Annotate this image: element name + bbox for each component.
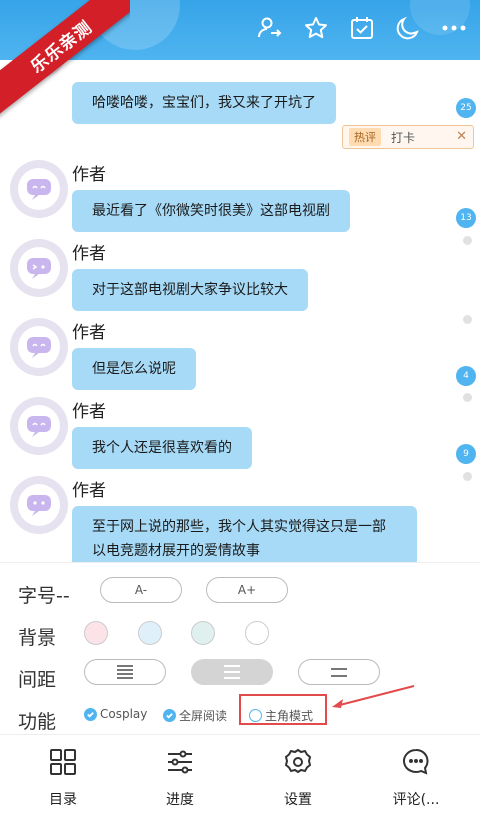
spacing-compact-button[interactable] — [84, 659, 166, 685]
hot-comment-card[interactable]: 热评 打卡 ✕ — [342, 125, 474, 149]
comment-count-badge[interactable]: 13 — [456, 208, 476, 228]
function-label: 功能 — [18, 711, 57, 733]
check-icon — [163, 709, 176, 722]
bg-swatch-green[interactable] — [191, 621, 215, 645]
cosplay-label: Cosplay — [100, 707, 148, 721]
fullscreen-toggle[interactable]: 全屏阅读 — [163, 707, 227, 724]
background-label: 背景 — [18, 627, 57, 649]
nav-progress-label: 进度 — [166, 792, 194, 808]
nav-catalog[interactable]: 目录 — [13, 747, 113, 809]
font-size-row: 字号-- A- A+ — [0, 573, 480, 613]
nav-comments[interactable]: 评论(... — [366, 747, 466, 809]
hot-comment-tag: 热评 — [349, 128, 381, 146]
annotation-highlight-box — [239, 694, 327, 725]
avatar[interactable] — [10, 476, 68, 534]
bottom-nav: 目录 进度 设置 评论(... — [0, 734, 480, 830]
check-icon — [84, 707, 97, 721]
cosplay-toggle[interactable]: Cosplay — [84, 707, 147, 721]
nav-settings-label: 设置 — [284, 792, 312, 808]
comment-count-badge[interactable]: 9 — [456, 444, 476, 464]
comment-count-badge[interactable]: 25 — [456, 98, 476, 118]
annotation-arrow-icon — [332, 685, 415, 708]
message-author: 作者 — [72, 244, 106, 264]
avatar[interactable] — [10, 239, 68, 297]
font-size-label: 字号-- — [18, 585, 70, 607]
bg-swatch-blue[interactable] — [138, 621, 162, 645]
bg-swatch-pink[interactable] — [84, 621, 108, 645]
nav-catalog-label: 目录 — [49, 792, 77, 808]
message-bubble[interactable]: 至于网上说的那些，我个人其实觉得这只是一部以电竞题材展开的爱情故事 — [72, 506, 417, 562]
moon-icon[interactable] — [394, 14, 422, 42]
nav-progress[interactable]: 进度 — [130, 747, 230, 809]
nav-settings[interactable]: 设置 — [248, 747, 348, 809]
avatar[interactable] — [10, 397, 68, 455]
gear-icon — [284, 748, 312, 774]
grid-icon — [50, 749, 76, 775]
watermark-ribbon: 乐乐亲测 — [0, 0, 130, 120]
fullscreen-label: 全屏阅读 — [179, 709, 228, 723]
rail-dot[interactable] — [463, 472, 472, 481]
rail-dot[interactable] — [463, 393, 472, 402]
message-author: 作者 — [72, 165, 106, 185]
font-increase-button[interactable]: A+ — [206, 577, 288, 603]
sliders-icon — [168, 750, 192, 774]
comment-count-badge[interactable]: 4 — [456, 366, 476, 386]
message-author: 作者 — [72, 481, 106, 501]
close-icon[interactable]: ✕ — [456, 129, 467, 144]
watermark-text: 乐乐亲测 — [0, 0, 130, 120]
avatar[interactable] — [10, 160, 68, 218]
font-decrease-button[interactable]: A- — [100, 577, 182, 603]
rail-dot[interactable] — [463, 315, 472, 324]
top-actions — [256, 14, 468, 42]
star-icon[interactable] — [302, 14, 330, 42]
rail-dot[interactable] — [463, 236, 472, 245]
nav-comments-label: 评论(... — [392, 792, 440, 808]
message-bubble[interactable]: 最近看了《你微笑时很美》这部电视剧 — [72, 190, 350, 232]
calendar-check-icon[interactable] — [348, 14, 376, 42]
background-row: 背景 — [0, 615, 480, 655]
message-bubble[interactable]: 我个人还是很喜欢看的 — [72, 427, 252, 469]
spacing-medium-button[interactable] — [191, 659, 273, 685]
message-bubble[interactable]: 但是怎么说呢 — [72, 348, 196, 390]
spacing-label: 间距 — [18, 669, 57, 691]
hot-comment-text: 打卡 — [391, 130, 416, 145]
message-author: 作者 — [72, 323, 106, 343]
bg-swatch-white[interactable] — [245, 621, 269, 645]
more-icon[interactable] — [440, 14, 468, 42]
message-bubble[interactable]: 对于这部电视剧大家争议比较大 — [72, 269, 308, 311]
avatar[interactable] — [10, 318, 68, 376]
message-author: 作者 — [72, 402, 106, 422]
user-switch-icon[interactable] — [256, 14, 284, 42]
comment-icon — [403, 748, 429, 775]
